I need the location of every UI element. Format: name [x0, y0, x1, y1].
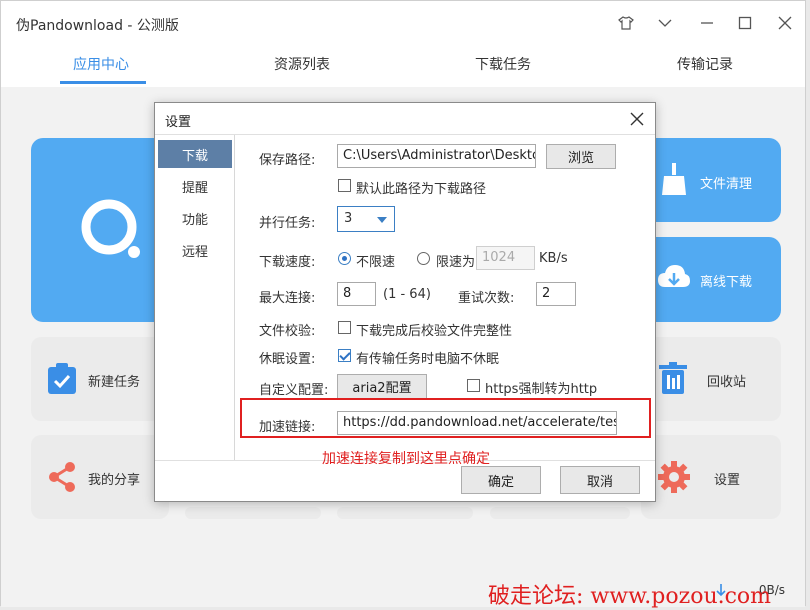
sidebar-item-download[interactable]: 下载: [158, 140, 232, 168]
parallel-tasks-label: 并行任务:: [259, 216, 316, 231]
main-tabs: 应用中心 资源列表 下载任务 传输记录: [1, 45, 805, 85]
new-task-label: 新建任务: [88, 375, 141, 390]
sidebar-item-reminder[interactable]: 提醒: [158, 172, 232, 200]
dialog-title: 设置: [165, 115, 192, 130]
file-clean-card[interactable]: 文件清理: [641, 138, 781, 222]
limited-speed-label: 限速为: [436, 255, 476, 270]
search-icon: [81, 199, 140, 258]
sidebar-item-remote[interactable]: 远程: [158, 236, 232, 264]
hidden-card-3: [490, 507, 630, 519]
settings-sidebar: 下载 提醒 功能 远程: [155, 135, 235, 460]
annotation-text: 加速连接复制到这里点确定: [322, 451, 490, 467]
save-path-label: 保存路径:: [259, 153, 316, 168]
retry-count-label: 重试次数:: [458, 291, 515, 306]
app-title: 伪Pandownload - 公测版: [16, 18, 179, 34]
dialog-close-icon[interactable]: [627, 109, 647, 129]
unlimited-speed-radio[interactable]: [338, 252, 351, 265]
default-path-checkbox[interactable]: [338, 179, 351, 192]
hidden-card-2: [337, 507, 473, 519]
search-card[interactable]: [31, 138, 171, 322]
tab-resource-list[interactable]: 资源列表: [274, 54, 330, 74]
recycle-bin-card[interactable]: 回收站: [641, 337, 781, 421]
max-connections-range: (1 - 64): [383, 287, 431, 302]
speed-unit: KB/s: [539, 251, 568, 266]
max-connections-input[interactable]: 8: [337, 282, 376, 306]
share-icon: [49, 462, 75, 492]
sidebar-item-features[interactable]: 功能: [158, 204, 232, 232]
accel-link-highlight: [240, 398, 651, 438]
offline-download-card[interactable]: 离线下载: [641, 237, 781, 322]
file-verify-option: 下载完成后校验文件完整性: [356, 324, 513, 339]
parallel-tasks-value: 3: [344, 211, 353, 226]
no-sleep-checkbox[interactable]: [338, 349, 351, 362]
custom-config-label: 自定义配置:: [259, 383, 329, 398]
file-verify-checkbox[interactable]: [338, 321, 351, 334]
close-icon[interactable]: [772, 11, 798, 35]
my-share-label: 我的分享: [88, 473, 141, 488]
browse-button[interactable]: 浏览: [546, 144, 616, 169]
active-tab-indicator: [60, 81, 146, 84]
gear-icon: [658, 461, 690, 493]
my-share-card[interactable]: 我的分享: [31, 435, 169, 519]
save-path-input[interactable]: C:\Users\Administrator\Desktop: [337, 144, 536, 168]
minimize-icon[interactable]: [694, 11, 720, 35]
hidden-card-1: [185, 507, 321, 519]
chevron-down-icon[interactable]: [652, 11, 678, 35]
maximize-icon[interactable]: [732, 11, 758, 35]
download-speed-label: 下载速度:: [259, 255, 316, 270]
limited-speed-radio[interactable]: [417, 252, 430, 265]
trash-icon: [659, 362, 687, 394]
title-bar: 伪Pandownload - 公测版: [1, 1, 805, 45]
sleep-setting-label: 休眠设置:: [259, 352, 316, 367]
unlimited-speed-label: 不限速: [356, 255, 396, 270]
file-verify-label: 文件校验:: [259, 324, 316, 339]
max-connections-label: 最大连接:: [259, 291, 316, 306]
clipboard-check-icon: [48, 363, 76, 394]
retry-count-input[interactable]: 2: [536, 282, 576, 306]
cancel-button[interactable]: 取消: [560, 466, 640, 494]
offline-download-label: 离线下载: [700, 275, 753, 290]
https-to-http-option: https强制转为http: [485, 382, 598, 397]
settings-card[interactable]: 设置: [641, 435, 781, 519]
speed-limit-input[interactable]: 1024: [476, 246, 535, 270]
watermark: 破走论坛: www.pozou.com: [488, 584, 772, 609]
new-task-card[interactable]: 新建任务: [31, 337, 169, 421]
recycle-bin-label: 回收站: [707, 375, 747, 390]
tab-transfer-records[interactable]: 传输记录: [677, 54, 733, 74]
skin-icon[interactable]: [613, 11, 639, 35]
chevron-down-icon: [377, 217, 387, 223]
default-path-label: 默认此路径为下载路径: [356, 182, 487, 197]
tab-download-tasks[interactable]: 下载任务: [475, 54, 531, 74]
cloud-download-icon: [658, 265, 690, 287]
no-sleep-option: 有传输任务时电脑不休眠: [356, 352, 500, 367]
file-clean-label: 文件清理: [700, 177, 753, 192]
ok-button[interactable]: 确定: [461, 466, 541, 494]
https-to-http-checkbox[interactable]: [467, 379, 480, 392]
parallel-tasks-select[interactable]: 3: [337, 206, 395, 232]
settings-dialog: 设置 下载 提醒 功能 远程 保存路径: C:\Users\Administra…: [154, 102, 656, 502]
settings-label: 设置: [714, 473, 741, 488]
broom-icon: [662, 163, 686, 195]
tab-app-center[interactable]: 应用中心: [73, 54, 129, 74]
aria2-config-button[interactable]: aria2配置: [337, 374, 427, 399]
